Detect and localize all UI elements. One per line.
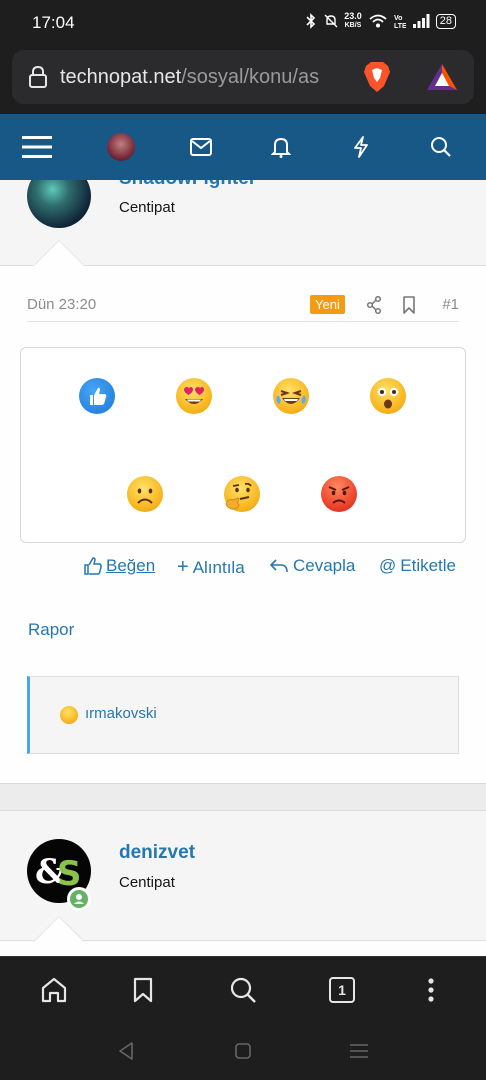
bookmark-icon[interactable]: [402, 296, 416, 314]
back-button[interactable]: [96, 1022, 156, 1080]
next-author-title: Centipat: [119, 874, 175, 891]
back-icon: [119, 1042, 133, 1060]
browser-toolbar: technopat.net/sosyal/konu/as: [0, 46, 486, 114]
author-avatar[interactable]: [27, 180, 91, 228]
reaction-picker: [20, 347, 466, 543]
home-system-button[interactable]: [213, 1022, 273, 1080]
reaction-like-icon[interactable]: [79, 378, 115, 414]
battery-level: 28: [439, 14, 452, 27]
url-host: technopat.net: [60, 66, 182, 88]
status-bar: 17:04 23.0 KB/S Vo LTE 28: [0, 0, 486, 46]
brave-shields-icon[interactable]: [362, 60, 392, 94]
reactions-summary[interactable]: ırmakovski: [27, 676, 459, 754]
browser-bottom-bar: 1: [0, 956, 486, 1022]
account-button[interactable]: [104, 114, 138, 180]
svg-text:Vo: Vo: [394, 15, 402, 22]
volte-icon: VoLTE: [394, 15, 406, 29]
bell-icon: [271, 137, 291, 158]
browser-search-button[interactable]: [213, 957, 273, 1023]
message-arrow-2-inner: [34, 917, 84, 942]
reply-icon: [269, 559, 288, 573]
reaction-haha-icon[interactable]: [273, 378, 309, 414]
post-number[interactable]: #1: [442, 296, 459, 313]
search-button[interactable]: [426, 114, 456, 180]
haha-reaction-icon: [60, 706, 78, 724]
lock-icon[interactable]: [28, 66, 48, 88]
more-vertical-icon: [428, 978, 434, 1002]
author-name[interactable]: ShadowFighter: [119, 180, 256, 190]
home-icon: [41, 977, 67, 1003]
search-icon: [230, 977, 256, 1003]
quote-label: Alıntıla: [192, 557, 245, 577]
reacted-user[interactable]: ırmakovski: [85, 705, 157, 722]
bluetooth-icon: [306, 13, 316, 29]
battery-icon: 28: [435, 13, 456, 29]
post-separator: [0, 783, 486, 811]
reaction-love-icon[interactable]: [176, 378, 212, 414]
recents-button[interactable]: [329, 1022, 389, 1080]
whats-new-button[interactable]: [346, 114, 376, 180]
new-badge: Yeni: [310, 295, 345, 314]
svg-text:LTE: LTE: [394, 23, 406, 29]
inbox-button[interactable]: [186, 114, 216, 180]
post-author-block: ShadowFighter Centipat: [0, 180, 486, 266]
tab-count: 1: [329, 977, 355, 1003]
post-meta: Dün 23:20 Yeni #1: [27, 294, 459, 322]
quote-button[interactable]: + Alıntıla: [177, 556, 245, 579]
reaction-wow-icon[interactable]: [370, 378, 406, 414]
recents-icon: [350, 1044, 368, 1058]
mention-label: Etiketle: [400, 556, 457, 575]
status-time: 17:04: [32, 13, 75, 32]
menu-icon: [22, 136, 52, 158]
menu-button[interactable]: [18, 114, 56, 180]
alerts-button[interactable]: [266, 114, 296, 180]
mute-icon: [324, 14, 338, 28]
at-icon: @: [379, 556, 397, 575]
mention-button[interactable]: @ Etiketle: [379, 556, 456, 576]
next-author-name[interactable]: denizvet: [119, 842, 195, 864]
report-link[interactable]: Rapor: [28, 620, 74, 640]
home-button[interactable]: [24, 957, 84, 1023]
tabs-button[interactable]: 1: [312, 957, 372, 1023]
search-icon: [431, 137, 451, 157]
reaction-angry-icon[interactable]: [321, 476, 357, 512]
share-icon[interactable]: [366, 296, 382, 314]
reply-label: Cevapla: [293, 556, 356, 575]
online-status-icon: [67, 887, 91, 911]
reaction-sad-icon[interactable]: [127, 476, 163, 512]
square-icon: [235, 1043, 251, 1059]
signal-icon: [412, 14, 430, 28]
post-date[interactable]: Dün 23:20: [27, 296, 96, 313]
system-nav-bar: [0, 1022, 486, 1080]
inbox-icon: [190, 138, 212, 156]
bolt-icon: [354, 136, 368, 158]
like-label: Beğen: [106, 556, 156, 575]
url-path: /sosyal/konu/as: [181, 66, 320, 88]
reply-button[interactable]: Cevapla: [269, 556, 355, 576]
bookmark-icon: [133, 977, 153, 1003]
more-menu-button[interactable]: [401, 957, 461, 1023]
network-speed: 23.0 KB/S: [344, 12, 362, 30]
next-post-author-block: & S denizvet Centipat: [0, 811, 486, 942]
avatar: [107, 133, 135, 161]
thumbs-up-icon: [84, 557, 102, 575]
thread-content: ShadowFighter Centipat Dün 23:20 Yeni #1: [0, 180, 486, 956]
plus-icon: +: [177, 556, 189, 578]
url-text[interactable]: technopat.net/sosyal/konu/as: [60, 66, 360, 89]
bookmarks-button[interactable]: [113, 957, 173, 1023]
speed-unit: KB/S: [344, 22, 362, 29]
status-icons: 23.0 KB/S Vo LTE 28: [304, 12, 456, 30]
message-arrow-inner: [34, 241, 84, 266]
address-bar[interactable]: technopat.net/sosyal/konu/as: [12, 50, 474, 104]
site-navbar: [0, 114, 486, 180]
like-button[interactable]: Beğen: [84, 556, 155, 576]
speed-value: 23.0: [344, 11, 362, 21]
author-title: Centipat: [119, 199, 175, 216]
post-actions: Beğen + Alıntıla Cevapla @ Etiketle: [84, 556, 464, 582]
brave-rewards-icon[interactable]: [426, 62, 458, 92]
wifi-icon: [369, 14, 387, 28]
reaction-thinking-icon[interactable]: [224, 476, 260, 512]
